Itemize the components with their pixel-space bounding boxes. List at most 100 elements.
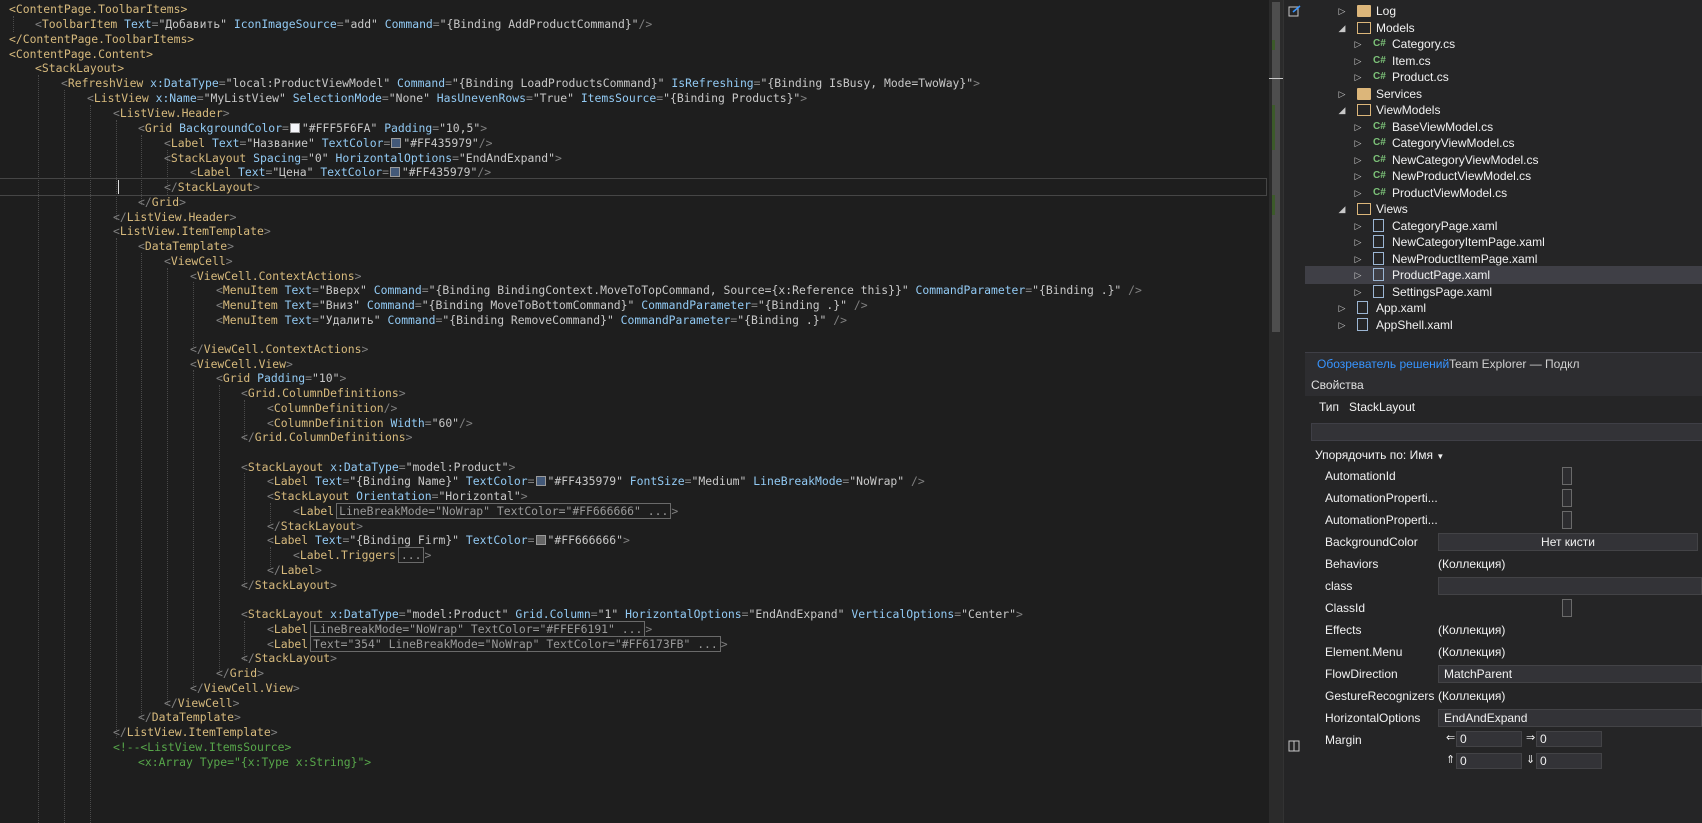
expand-arrow-icon[interactable]: ▷ bbox=[1337, 316, 1347, 334]
margin-top-input[interactable]: 0 bbox=[1456, 753, 1522, 769]
tree-item[interactable]: ▷ C# Item.cs bbox=[1305, 52, 1702, 70]
tree-item[interactable]: ▷ C# CategoryViewModel.cs bbox=[1305, 134, 1702, 152]
expand-arrow-icon[interactable]: ▷ bbox=[1353, 184, 1363, 202]
tree-item[interactable]: ▷ SettingsPage.xaml bbox=[1305, 283, 1702, 301]
expand-arrow-icon[interactable]: ▷ bbox=[1353, 35, 1363, 53]
tree-item-label: ProductPage.xaml bbox=[1392, 268, 1491, 282]
expand-arrow-icon[interactable]: ▷ bbox=[1353, 217, 1363, 235]
code-token: Text bbox=[315, 474, 343, 488]
margin-left-input[interactable]: 0 bbox=[1456, 731, 1522, 747]
expand-arrow-icon[interactable]: ▷ bbox=[1353, 52, 1363, 70]
code-token: Grid.Column bbox=[515, 607, 591, 621]
tree-item[interactable]: ▷ NewProductItemPage.xaml bbox=[1305, 250, 1702, 268]
property-value[interactable]: (Коллекция) bbox=[1438, 623, 1505, 637]
collapsed-region[interactable]: LineBreakMode="NoWrap" TextColor="#FF666… bbox=[336, 503, 672, 519]
tree-item[interactable]: ▷ CategoryPage.xaml bbox=[1305, 217, 1702, 235]
tree-item-label: Models bbox=[1376, 20, 1415, 35]
tree-item[interactable]: ▷ NewCategoryItemPage.xaml bbox=[1305, 233, 1702, 251]
expand-arrow-icon[interactable]: ▷ bbox=[1337, 2, 1347, 20]
expand-arrow-icon[interactable]: ▷ bbox=[1353, 266, 1363, 284]
color-swatch[interactable] bbox=[289, 123, 300, 133]
property-value[interactable]: (Коллекция) bbox=[1438, 645, 1505, 659]
expand-arrow-icon[interactable]: ▷ bbox=[1353, 233, 1363, 251]
code-token: IsRefreshing bbox=[671, 76, 754, 90]
code-line: <ListView.Header> bbox=[113, 106, 230, 120]
tree-item[interactable]: ▷ C# NewProductViewModel.cs bbox=[1305, 167, 1702, 185]
collapsed-region[interactable]: Text="354" LineBreakMode="NoWrap" TextCo… bbox=[310, 636, 721, 652]
code-token: "MyListView" bbox=[203, 91, 286, 105]
code-comment: <!--<ListView.ItemsSource> bbox=[113, 740, 292, 754]
expand-arrow-icon[interactable]: ▷ bbox=[1353, 134, 1363, 152]
scrollbar-thumb[interactable] bbox=[1272, 2, 1280, 332]
properties-search-input[interactable] bbox=[1311, 423, 1702, 441]
collapsed-region[interactable]: LineBreakMode="NoWrap" TextColor="#FFEF6… bbox=[310, 621, 646, 637]
property-value-input[interactable]: Нет кисти bbox=[1438, 533, 1698, 551]
tree-item[interactable]: ▷ Log bbox=[1305, 2, 1702, 20]
tab-solution-explorer[interactable]: Обозреватель решений bbox=[1311, 353, 1455, 375]
code-line: </Grid> bbox=[138, 195, 187, 209]
tree-item[interactable]: ◢ Views bbox=[1305, 200, 1702, 218]
tree-item[interactable]: ▷ C# BaseViewModel.cs bbox=[1305, 118, 1702, 136]
code-token: Grid.ColumnDefinitions bbox=[254, 430, 406, 444]
margin-right-input[interactable]: 0 bbox=[1536, 731, 1602, 747]
property-value-input[interactable]: MatchParent bbox=[1438, 665, 1702, 683]
color-swatch[interactable] bbox=[391, 138, 402, 148]
color-swatch[interactable] bbox=[535, 476, 546, 486]
expand-arrow-icon[interactable]: ▷ bbox=[1353, 118, 1363, 136]
csharp-file-icon: C# bbox=[1373, 186, 1386, 198]
margin-bottom-input[interactable]: 0 bbox=[1536, 753, 1602, 769]
code-token: Spacing bbox=[253, 151, 302, 165]
expand-arrow-icon[interactable]: ▷ bbox=[1353, 167, 1363, 185]
expand-arrow-icon[interactable]: ▷ bbox=[1353, 250, 1363, 268]
tree-item-label: ViewModels bbox=[1376, 103, 1441, 117]
property-value-input[interactable] bbox=[1438, 577, 1702, 595]
expand-arrow-icon[interactable]: ▷ bbox=[1353, 151, 1363, 169]
code-editor[interactable]: <ContentPage.ToolbarItems> <ToolbarItem … bbox=[0, 0, 1269, 823]
code-token: "{Binding MoveToBottomCommand}" bbox=[421, 298, 635, 312]
split-view-icon[interactable] bbox=[1288, 740, 1301, 753]
collapse-arrow-icon[interactable]: ◢ bbox=[1337, 101, 1347, 119]
tree-item[interactable]: ◢ ViewModels bbox=[1305, 101, 1702, 119]
tree-item[interactable]: ▷ Services bbox=[1305, 85, 1702, 103]
property-value-input[interactable]: EndAndExpand bbox=[1438, 709, 1702, 727]
color-swatch[interactable] bbox=[535, 535, 546, 545]
property-options-button[interactable] bbox=[1562, 511, 1572, 529]
tree-item[interactable]: ▷ C# ProductViewModel.cs bbox=[1305, 184, 1702, 202]
code-token: "Название" bbox=[246, 136, 315, 150]
code-token: MenuItem bbox=[222, 298, 278, 312]
tab-team-explorer[interactable]: Team Explorer — Подкл bbox=[1443, 353, 1585, 375]
code-token: Grid.ColumnDefinitions bbox=[247, 386, 399, 400]
tree-item[interactable]: ◢ Models bbox=[1305, 19, 1702, 37]
code-token: "{Binding .}" bbox=[1032, 283, 1122, 297]
expand-arrow-icon[interactable]: ▷ bbox=[1353, 283, 1363, 301]
sync-view-icon[interactable] bbox=[1288, 5, 1301, 18]
property-name: AutomationProperti... bbox=[1325, 513, 1437, 527]
code-token: Text bbox=[284, 298, 313, 312]
tree-item[interactable]: ▷ AppShell.xaml bbox=[1305, 316, 1702, 334]
collapse-arrow-icon[interactable]: ◢ bbox=[1337, 19, 1347, 37]
expand-arrow-icon[interactable]: ▷ bbox=[1337, 85, 1347, 103]
code-token: CommandParameter bbox=[620, 313, 731, 327]
expand-arrow-icon[interactable]: ▷ bbox=[1337, 299, 1347, 317]
tree-item[interactable]: ▷ C# Category.cs bbox=[1305, 35, 1702, 53]
tree-item[interactable]: ▷ C# NewCategoryViewModel.cs bbox=[1305, 151, 1702, 169]
collapsed-region[interactable]: ... bbox=[397, 547, 425, 563]
tree-item[interactable]: ▷ ProductPage.xaml bbox=[1305, 266, 1702, 284]
sort-by-dropdown[interactable]: Упорядочить по: Имя ▼ bbox=[1315, 448, 1444, 462]
folder-icon bbox=[1357, 21, 1371, 34]
current-line[interactable]: </StackLayout> bbox=[0, 178, 1267, 196]
property-value[interactable]: (Коллекция) bbox=[1438, 689, 1505, 703]
tree-item[interactable]: ▷ C# Product.cs bbox=[1305, 68, 1702, 86]
collapse-arrow-icon[interactable]: ◢ bbox=[1337, 200, 1347, 218]
color-swatch[interactable] bbox=[389, 167, 400, 177]
tree-item[interactable]: ▷ App.xaml bbox=[1305, 299, 1702, 317]
property-value[interactable]: (Коллекция) bbox=[1438, 557, 1505, 571]
expand-arrow-icon[interactable]: ▷ bbox=[1353, 68, 1363, 86]
tree-item-label: NewCategoryViewModel.cs bbox=[1392, 152, 1539, 167]
code-line: <Label Text="{Binding Firm}" TextColor= "… bbox=[267, 533, 630, 547]
property-options-button[interactable] bbox=[1562, 599, 1572, 617]
property-options-button[interactable] bbox=[1562, 467, 1572, 485]
code-line: <Label LineBreakMode="NoWrap" TextColor="… bbox=[267, 621, 653, 637]
property-options-button[interactable] bbox=[1562, 489, 1572, 507]
solution-explorer-tree[interactable]: ▷ Log ◢ Models ▷ C# Category.cs ▷ C# Item.cs ▷ C# Pr… bbox=[1305, 0, 1702, 352]
